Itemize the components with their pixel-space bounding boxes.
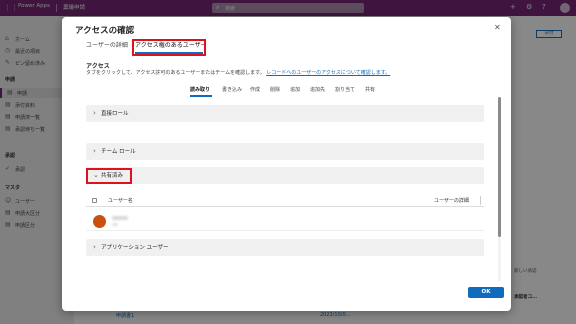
redacted-user-info: [112, 223, 118, 226]
user-avatar: [93, 215, 106, 228]
access-sections: › 直接ロール › チーム ロール ⌄ 共有済み ユーザー名 ユーザーの詳細 ›…: [86, 103, 484, 281]
redacted-user-name: [112, 216, 128, 220]
dialog-title: アクセスの確認: [75, 26, 135, 36]
section-direct-roles[interactable]: › 直接ロール: [86, 105, 484, 122]
section-label: アプリケーション ユーザー: [101, 245, 169, 251]
perm-tab-assign[interactable]: 割り当て: [335, 86, 355, 94]
highlight-box: [86, 168, 132, 184]
perm-tab-read[interactable]: 読み取り: [190, 86, 210, 94]
permission-tabs: 読み取り 書き込み 作成 削除 追加 追加先 割り当て 共有: [190, 86, 390, 98]
access-description-text: タブをクリックして、アクセス許可のあるユーザーまたはチームを確認します。: [86, 70, 265, 76]
perm-tab-create[interactable]: 作成: [250, 86, 260, 94]
perm-tab-share[interactable]: 共有: [365, 86, 375, 94]
shared-users-grid-header: ユーザー名 ユーザーの詳細: [86, 195, 484, 207]
perm-tab-append[interactable]: 追加: [290, 86, 300, 94]
chevron-right-icon: ›: [93, 243, 96, 251]
highlight-box: [132, 39, 206, 56]
active-permission-indicator: [190, 95, 212, 97]
column-header-user-name[interactable]: ユーザー名: [108, 197, 133, 204]
ok-button[interactable]: OK: [468, 287, 504, 298]
perm-tab-delete[interactable]: 削除: [270, 86, 280, 94]
column-divider: [480, 196, 481, 205]
shared-user-row[interactable]: [86, 213, 484, 231]
dialog-scrollbar[interactable]: [498, 97, 501, 281]
perm-tab-append-to[interactable]: 追加先: [310, 86, 325, 94]
section-shared[interactable]: ⌄ 共有済み: [86, 167, 484, 184]
tab-user-details[interactable]: ユーザーの詳細: [86, 41, 128, 51]
column-header-user-details[interactable]: ユーザーの詳細: [434, 197, 469, 204]
check-access-dialog: アクセスの確認 ✕ ユーザーの詳細 アクセス権のあるユーザー アクセス タブをク…: [62, 17, 511, 311]
scrollbar-thumb[interactable]: [498, 97, 501, 237]
section-application-users[interactable]: › アプリケーション ユーザー: [86, 239, 484, 256]
section-label: チーム ロール: [101, 149, 136, 155]
chevron-right-icon: ›: [93, 109, 96, 117]
select-all-checkbox[interactable]: [92, 198, 97, 203]
access-description: タブをクリックして、アクセス許可のあるユーザーまたはチームを確認します。 レコー…: [86, 69, 390, 76]
close-icon[interactable]: ✕: [494, 23, 501, 32]
section-label: 直接ロール: [101, 111, 129, 117]
chevron-right-icon: ›: [93, 147, 96, 155]
learn-more-link[interactable]: レコードへのユーザーのアクセスについて確認します。: [266, 70, 390, 76]
perm-tab-write[interactable]: 書き込み: [222, 86, 242, 94]
section-team-roles[interactable]: › チーム ロール: [86, 143, 484, 160]
